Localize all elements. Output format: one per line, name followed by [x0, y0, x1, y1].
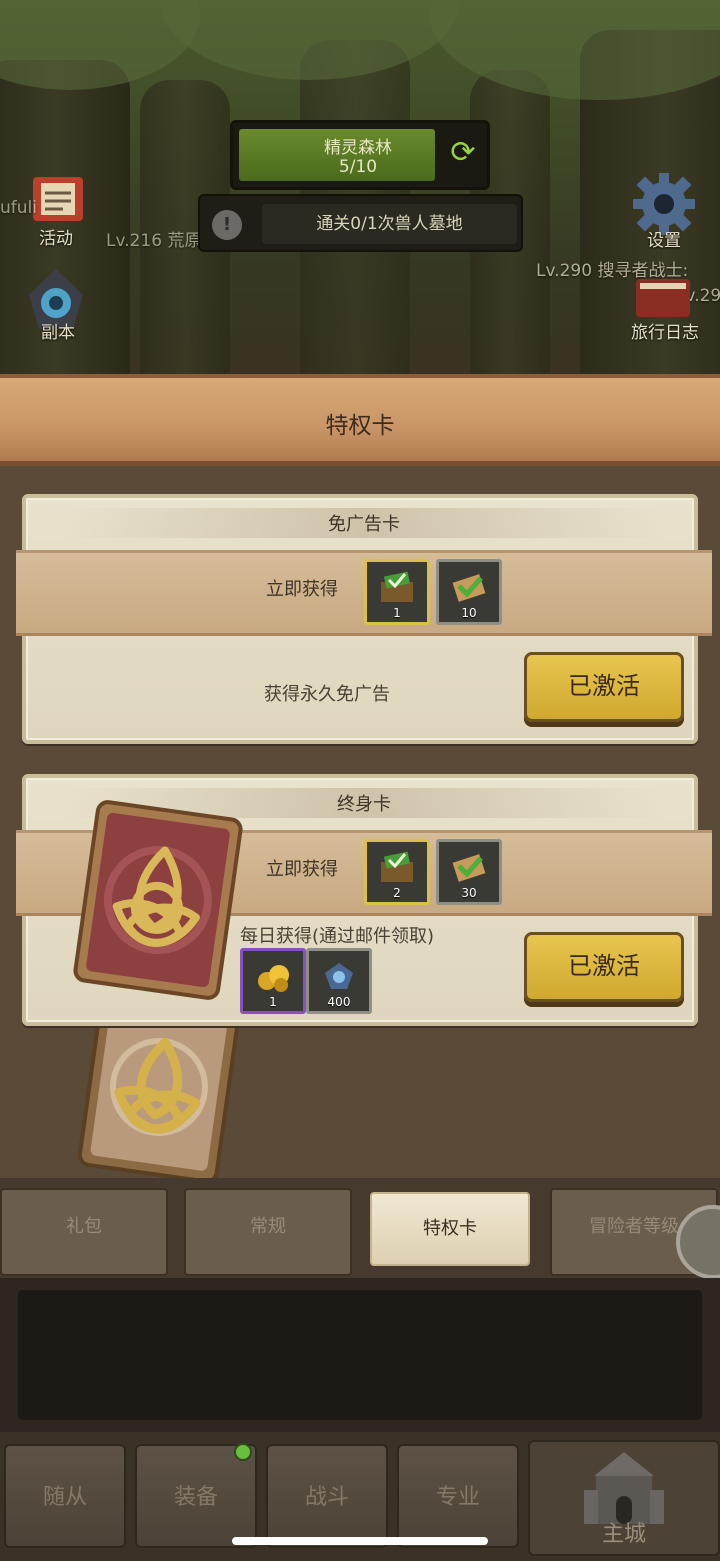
ticket-chest-item[interactable]: 2	[364, 839, 430, 905]
card-description: 获得永久免广告	[264, 684, 390, 705]
instant-label: 立即获得	[266, 859, 338, 880]
settings-label[interactable]: 设置	[636, 226, 692, 251]
page-title: 特权卡	[325, 413, 395, 439]
activity-label[interactable]: 活动	[28, 224, 84, 249]
notification-dot	[234, 1443, 252, 1461]
instant-reward-band: 立即获得 1 10	[16, 550, 712, 636]
privilege-panel: 免广告卡 立即获得 1 10 获得永久免广告 已激活 终身卡 立即获得 2 30…	[0, 466, 720, 1184]
ticket-icon	[452, 854, 486, 882]
ticket-chest-icon	[381, 851, 413, 882]
instant-label: 立即获得	[266, 579, 338, 600]
ticket-chest-item[interactable]: 1	[364, 559, 430, 625]
stage-name: 精灵森林	[324, 138, 392, 158]
stage-progress: 5/10	[338, 157, 378, 177]
nav-main-city[interactable]: 主城	[528, 1440, 720, 1556]
card-title: 免广告卡	[328, 514, 400, 535]
no-ads-card: 免广告卡 立即获得 1 10 获得永久免广告 已激活	[16, 494, 712, 744]
ticket-chest-icon	[381, 571, 413, 602]
exclamation-icon: !	[212, 210, 242, 240]
tab-privilege-card[interactable]: 特权卡	[370, 1192, 530, 1266]
activated-button[interactable]: 已激活	[524, 652, 684, 722]
title-banner: 特权卡	[0, 374, 720, 466]
tab-regular[interactable]: 常规	[184, 1188, 352, 1276]
journal-book-icon[interactable]	[628, 268, 698, 324]
tab-gift-pack[interactable]: 礼包	[0, 1188, 168, 1276]
stage-panel[interactable]: 精灵森林 5/10 ⟳	[230, 120, 490, 190]
blue-gem-icon	[325, 963, 353, 989]
ticket-icon	[452, 574, 486, 602]
quest-text: 通关0/1次兽人墓地	[262, 204, 517, 244]
gold-ore-icon	[258, 965, 289, 992]
blue-gem-item[interactable]: 400	[306, 948, 372, 1014]
daily-label: 每日获得(通过邮件领取)	[240, 926, 435, 947]
journal-label[interactable]: 旅行日志	[620, 318, 710, 343]
gold-ore-item[interactable]: 1	[240, 948, 306, 1014]
empty-area	[0, 1278, 720, 1438]
tab-bar: 礼包 常规 特权卡 冒险者等级	[0, 1178, 720, 1278]
quest-panel[interactable]: ! 通关0/1次兽人墓地	[198, 194, 523, 252]
dungeon-label[interactable]: 副本	[30, 318, 86, 343]
ticket-item[interactable]: 10	[436, 559, 502, 625]
player-left-prefix: ufuli	[0, 198, 37, 218]
activated-button[interactable]: 已激活	[524, 932, 684, 1002]
lifetime-card-art	[73, 800, 243, 1000]
forest-background: 活动 ufuli Lv.216 荒原: (●'◡'●) 副本 精灵森林 5/10…	[0, 0, 720, 380]
refresh-icon[interactable]: ⟳	[447, 137, 479, 169]
nav-battle[interactable]: 战斗	[266, 1444, 388, 1548]
nav-profession[interactable]: 专业	[397, 1444, 519, 1548]
ticket-item[interactable]: 30	[436, 839, 502, 905]
nav-followers[interactable]: 随从	[4, 1444, 126, 1548]
nav-main-city-label: 主城	[601, 1522, 646, 1547]
home-indicator[interactable]	[232, 1537, 488, 1545]
